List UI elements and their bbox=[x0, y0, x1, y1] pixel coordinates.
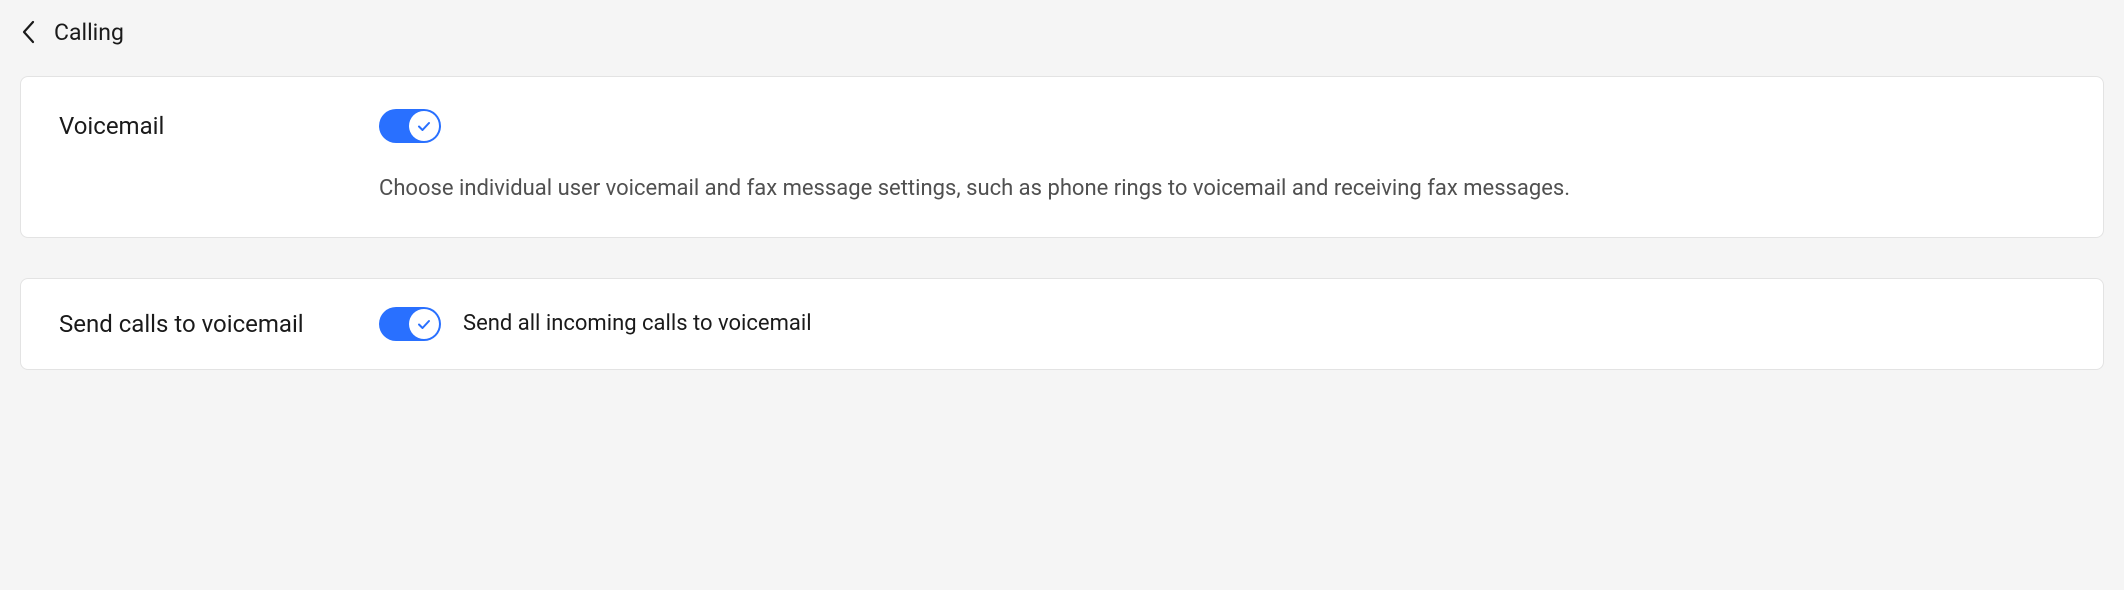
page-header: Calling bbox=[20, 18, 2104, 46]
send-calls-label: Send calls to voicemail bbox=[59, 307, 349, 341]
send-calls-toggle-text: Send all incoming calls to voicemail bbox=[463, 311, 812, 336]
check-icon bbox=[416, 316, 432, 332]
check-icon bbox=[416, 118, 432, 134]
voicemail-toggle[interactable] bbox=[379, 109, 441, 143]
toggle-knob bbox=[409, 309, 439, 339]
send-calls-card: Send calls to voicemail Send all incomin… bbox=[20, 278, 2104, 370]
send-calls-toggle[interactable] bbox=[379, 307, 441, 341]
voicemail-description: Choose individual user voicemail and fax… bbox=[379, 173, 2065, 205]
voicemail-card: Voicemail Choose individual user voicema… bbox=[20, 76, 2104, 238]
back-icon[interactable] bbox=[20, 18, 38, 46]
page-title: Calling bbox=[54, 19, 124, 46]
toggle-knob bbox=[409, 111, 439, 141]
voicemail-label: Voicemail bbox=[59, 109, 349, 143]
